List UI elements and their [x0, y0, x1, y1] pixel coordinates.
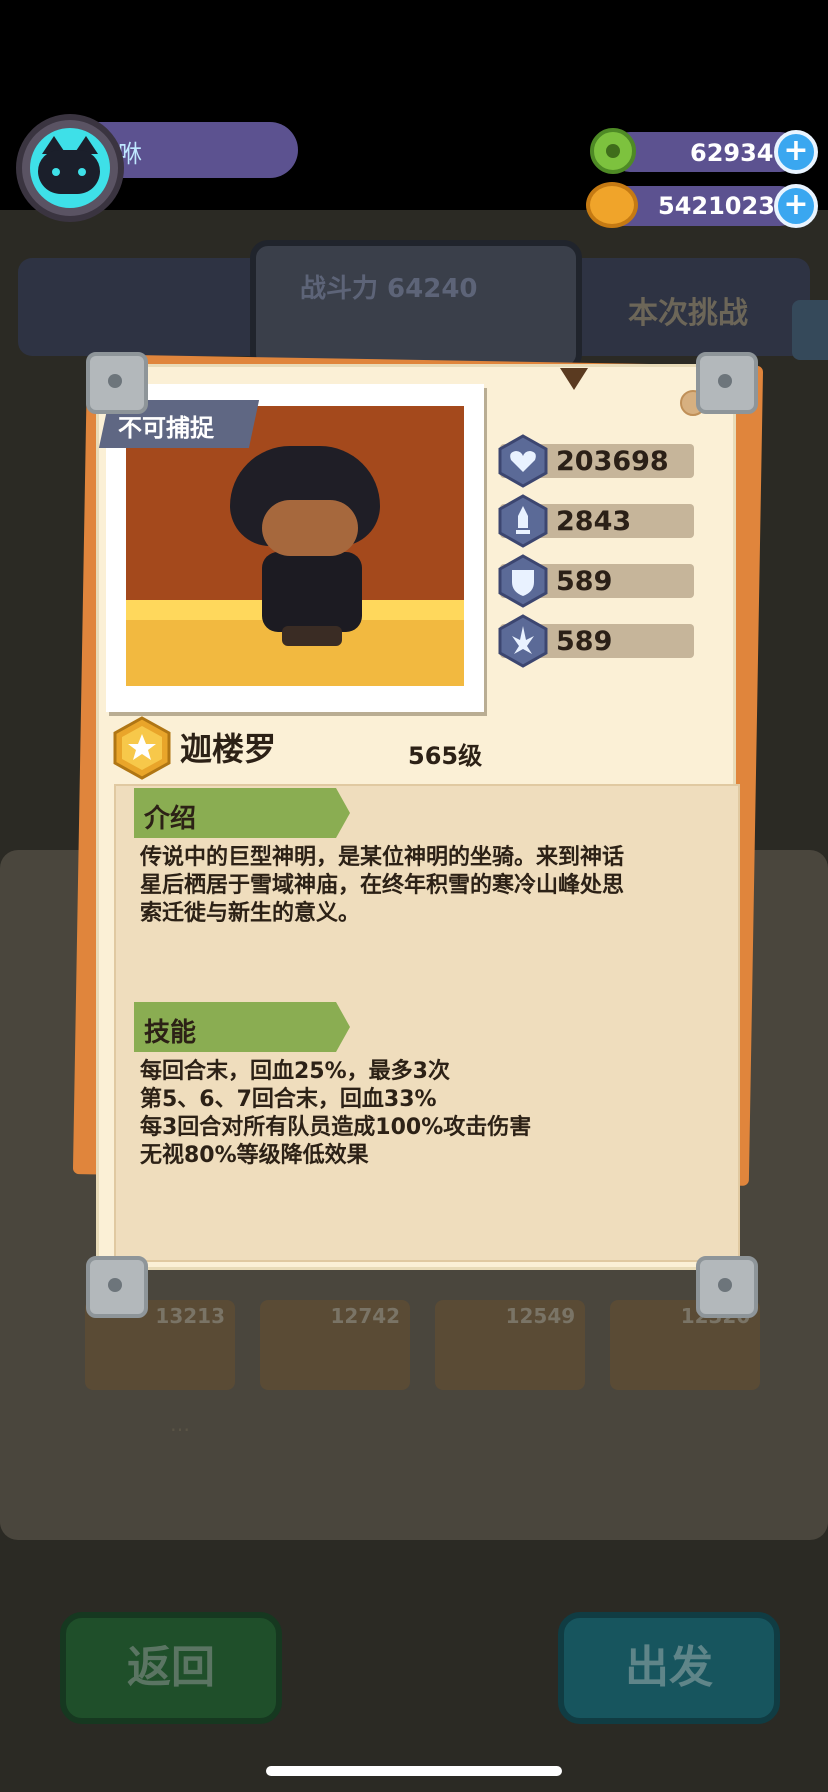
power-label: 战斗力 64240 [300, 274, 478, 304]
skill-title: 技能 [144, 1018, 197, 1048]
add-coin-button[interactable]: + [774, 184, 818, 228]
skill-line: 每回合末，回血25%，最多3次 [140, 1059, 450, 1084]
background-hero-cards: 13213 12742 12549 12320 [85, 1300, 765, 1390]
frame-corner [696, 352, 758, 414]
power-panel [250, 240, 582, 372]
hero-card: 12549 [435, 1300, 586, 1390]
stat-defense-value: 589 [556, 566, 613, 597]
burst-icon [498, 614, 548, 668]
heart-icon [498, 434, 548, 488]
intro-text: 传说中的巨型神明，是某位神明的坐骑。来到神话 星后栖居于雪域神庙，在终年积雪的寒… [140, 845, 625, 926]
hero-name: 迦楼罗 [180, 730, 277, 768]
sword-icon [498, 494, 548, 548]
card-notch [560, 368, 588, 390]
hero-level: 565级 [408, 742, 483, 770]
background-footer-text: … [170, 1412, 190, 1436]
side-link-icon[interactable] [792, 300, 828, 360]
green-gem-icon [590, 128, 636, 174]
hero-card: 12742 [260, 1300, 411, 1390]
stat-hp-value: 203698 [556, 446, 669, 477]
skill-line: 无视80%等级降低效果 [140, 1143, 369, 1168]
add-gem-button[interactable]: + [774, 130, 818, 174]
coin-count: 54210236 [658, 192, 792, 220]
challenge-label: 本次挑战 [628, 296, 748, 331]
intro-title: 介绍 [144, 804, 197, 834]
depart-button[interactable]: 出发 [558, 1612, 780, 1724]
gold-coin-icon [586, 182, 638, 228]
depart-button-label: 出发 [625, 1642, 713, 1693]
back-button-label: 返回 [127, 1642, 215, 1693]
rank-badge-icon [113, 716, 171, 780]
cat-avatar-icon [38, 150, 100, 194]
home-indicator[interactable] [266, 1766, 562, 1776]
skill-line: 每3回合对所有队员造成100%攻击伤害 [140, 1115, 532, 1140]
back-button[interactable]: 返回 [60, 1612, 282, 1724]
frame-corner [696, 1256, 758, 1318]
hero-sprite-legs [282, 626, 342, 646]
frame-corner [86, 352, 148, 414]
skill-line: 第5、6、7回合末，回血33% [140, 1087, 437, 1112]
stat-pierce-value: 589 [556, 626, 613, 657]
frame-corner [86, 1256, 148, 1318]
hero-sprite-face [262, 500, 358, 556]
shield-icon [498, 554, 548, 608]
gem-count: 62934 [690, 139, 774, 167]
stat-attack-value: 2843 [556, 506, 632, 537]
hero-sprite-body [262, 552, 362, 632]
